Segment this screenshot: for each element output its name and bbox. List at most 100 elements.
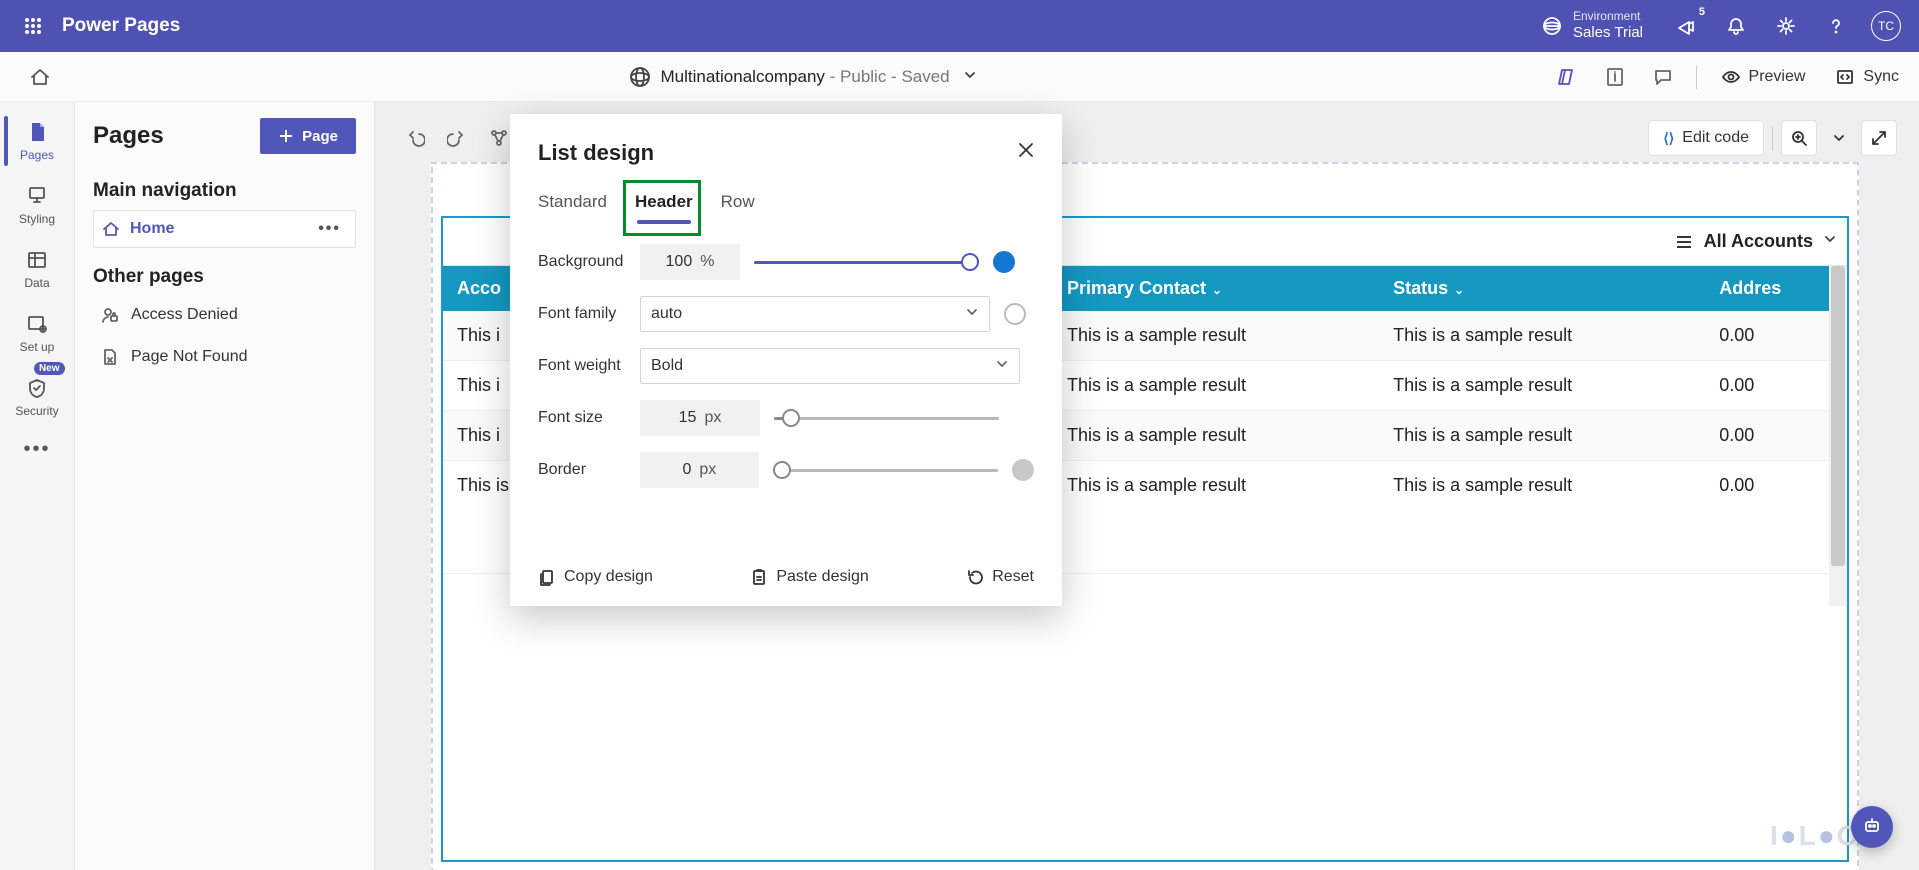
settings-button[interactable] [1761,0,1811,52]
tab-standard[interactable]: Standard [538,186,607,218]
divider [1772,126,1773,150]
font-weight-select[interactable]: Bold [640,348,1020,384]
row-background: Background 100 % [538,244,1034,280]
fullscreen-button[interactable] [1861,120,1897,156]
home-icon [102,220,120,238]
site-status-dropdown[interactable]: Multinationalcompany - Public - Saved [661,67,978,87]
view-picker-button[interactable] [1823,232,1837,251]
value: 0 [682,461,691,479]
label-background: Background [538,253,626,271]
sync-icon [1835,67,1855,87]
rail-item-pages[interactable]: Pages [0,110,75,172]
info-icon [1605,67,1625,87]
col-header[interactable]: Addres [1705,266,1847,311]
slider-handle[interactable] [782,409,800,427]
paste-design-button[interactable]: Paste design [750,568,869,586]
border-input[interactable]: 0 px [640,452,759,488]
site-globe-icon [629,66,651,88]
dialog-title: List design [538,140,1034,166]
account-button[interactable]: TC [1861,0,1911,52]
col-header[interactable]: Status⌄ [1379,266,1705,311]
edit-code-button[interactable]: ⟨⟩ Edit code [1648,120,1764,156]
zoom-button[interactable] [1781,120,1817,156]
cell: This is a sample result [1053,311,1379,361]
add-page-label: Page [302,128,338,145]
table-scrollbar[interactable] [1829,266,1847,606]
cell: This is a sample result [1379,461,1705,574]
font-size-slider[interactable] [774,409,999,427]
value: 15 [679,409,697,427]
avatar-initials: TC [1871,11,1901,41]
copilot-button[interactable] [1546,57,1588,97]
side-panel-title: Pages [93,122,164,150]
tab-header[interactable]: Header [635,186,693,218]
label-border: Border [538,461,608,479]
assistant-fab[interactable] [1851,806,1893,848]
data-icon [25,248,49,272]
eye-icon [1721,67,1741,87]
value: 100 [666,253,693,271]
nav-item-access-denied[interactable]: Access Denied [93,296,356,334]
nav-item-home[interactable]: Home ••• [93,210,356,248]
undo-button[interactable] [397,120,433,156]
unit: px [704,409,721,427]
zoom-dropdown[interactable] [1825,120,1853,156]
edit-code-label: Edit code [1682,129,1749,147]
reset-button[interactable]: Reset [966,568,1034,586]
watermark: I●L●C [1770,820,1859,852]
dialog-close-button[interactable] [1012,136,1040,164]
col-header[interactable]: Primary Contact⌄ [1053,266,1379,311]
border-slider[interactable] [773,461,998,479]
help-button[interactable] [1811,0,1861,52]
notification-count-badge: 5 [1699,6,1705,18]
preview-label: Preview [1749,68,1806,86]
row-border: Border 0 px [538,452,1034,488]
environment-picker[interactable]: Environment Sales Trial [1541,10,1643,41]
environment-name: Sales Trial [1573,24,1643,41]
rail-item-styling[interactable]: Styling [0,174,75,236]
add-page-button[interactable]: Page [260,118,356,154]
label-font-weight: Font weight [538,357,626,375]
sync-button[interactable]: Sync [1823,57,1911,97]
cell: This is a sample result [1379,361,1705,411]
rail-item-data[interactable]: Data [0,238,75,300]
rail-label: Styling [19,212,55,226]
redo-button[interactable] [439,120,475,156]
app-launcher-button[interactable] [8,0,58,52]
font-family-select[interactable]: auto [640,296,990,332]
slider-handle[interactable] [773,461,791,479]
font-size-input[interactable]: 15 px [640,400,760,436]
feedback-button[interactable] [1642,57,1684,97]
copy-design-button[interactable]: Copy design [538,568,653,586]
new-badge: New [34,362,65,375]
scrollbar-thumb[interactable] [1831,266,1845,566]
font-color-swatch[interactable] [1004,303,1026,325]
paste-icon [750,568,768,586]
info-button[interactable] [1594,57,1636,97]
notifications-button[interactable]: 5 [1661,0,1711,52]
nav-item-page-not-found[interactable]: Page Not Found [93,338,356,376]
background-value-input[interactable]: 100 % [640,244,740,280]
cell: This is a sample result [1053,411,1379,461]
rail-item-security[interactable]: New Security [0,366,75,428]
background-slider[interactable] [754,253,979,271]
background-color-swatch[interactable] [993,251,1015,273]
alerts-button[interactable] [1711,0,1761,52]
nav-item-more-button[interactable]: ••• [318,220,341,238]
plus-icon [278,128,294,144]
cell: 0.00 [1705,461,1847,574]
close-icon [1017,141,1035,159]
slider-handle[interactable] [961,253,979,271]
comment-icon [1653,67,1673,87]
rail-item-setup[interactable]: Set up [0,302,75,364]
page-missing-icon [101,348,119,366]
rail-label: Data [24,276,49,290]
border-color-swatch[interactable] [1012,459,1034,481]
cell: 0.00 [1705,361,1847,411]
row-font-family: Font family auto [538,296,1034,332]
help-icon [1826,16,1846,36]
home-button[interactable] [20,66,60,88]
preview-button[interactable]: Preview [1709,57,1818,97]
rail-more-button[interactable]: ••• [23,438,50,461]
tab-row[interactable]: Row [721,186,755,218]
